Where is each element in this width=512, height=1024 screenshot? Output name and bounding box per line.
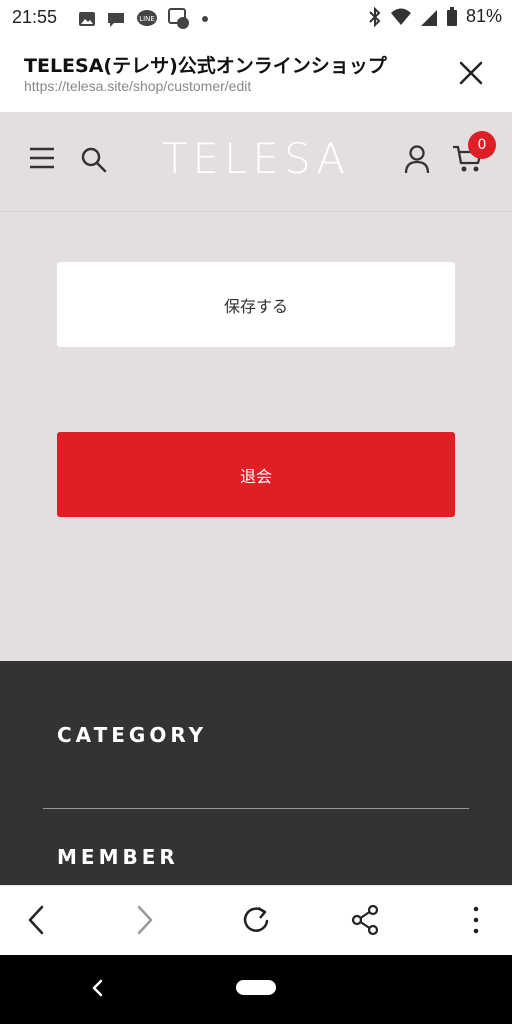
image-icon [79,12,95,26]
bluetooth-icon [369,6,381,27]
browser-toolbar [0,885,512,955]
wifi-icon [390,8,411,25]
site-header: TELESA 0 [0,112,512,212]
withdraw-button[interactable]: 退会 [57,432,455,517]
custom-tab-bar: TELESA(テレサ)公式オンラインショップ https://telesa.si… [0,36,512,112]
chat-icon [108,13,124,27]
dot-icon [202,16,208,22]
close-icon[interactable] [456,58,486,88]
more-options-icon[interactable] [466,904,486,936]
system-back-icon[interactable] [90,978,106,998]
system-nav-bar [0,955,512,1024]
svg-text:LINE: LINE [139,15,155,23]
status-time: 21:55 [12,7,58,27]
line-app-icon: LINE [137,10,157,26]
back-arrow-icon[interactable] [24,904,48,936]
status-bar: 21:55 LINE 81% [0,0,512,36]
save-button[interactable]: 保存する [57,262,455,347]
reload-icon[interactable] [240,904,272,936]
forward-arrow-icon[interactable] [133,904,157,936]
site-footer: CATEGORY MEMBER [0,661,512,885]
share-icon[interactable] [350,904,380,936]
account-icon[interactable] [403,144,431,174]
footer-member-heading[interactable]: MEMBER [57,845,179,869]
battery-icon [446,6,457,26]
footer-divider [43,808,469,809]
site-logo[interactable]: TELESA [0,134,512,183]
page-url: https://telesa.site/shop/customer/edit [24,78,252,94]
screenshot-icon [168,8,189,29]
footer-category-heading[interactable]: CATEGORY [57,723,207,747]
page-title: TELESA(テレサ)公式オンラインショップ [24,55,387,77]
cellular-signal-icon [420,9,437,26]
main-content: 保存する 退会 [0,212,512,661]
cart-count-badge: 0 [468,131,496,159]
system-home-pill[interactable] [236,980,276,995]
battery-percentage: 81% [465,6,502,26]
